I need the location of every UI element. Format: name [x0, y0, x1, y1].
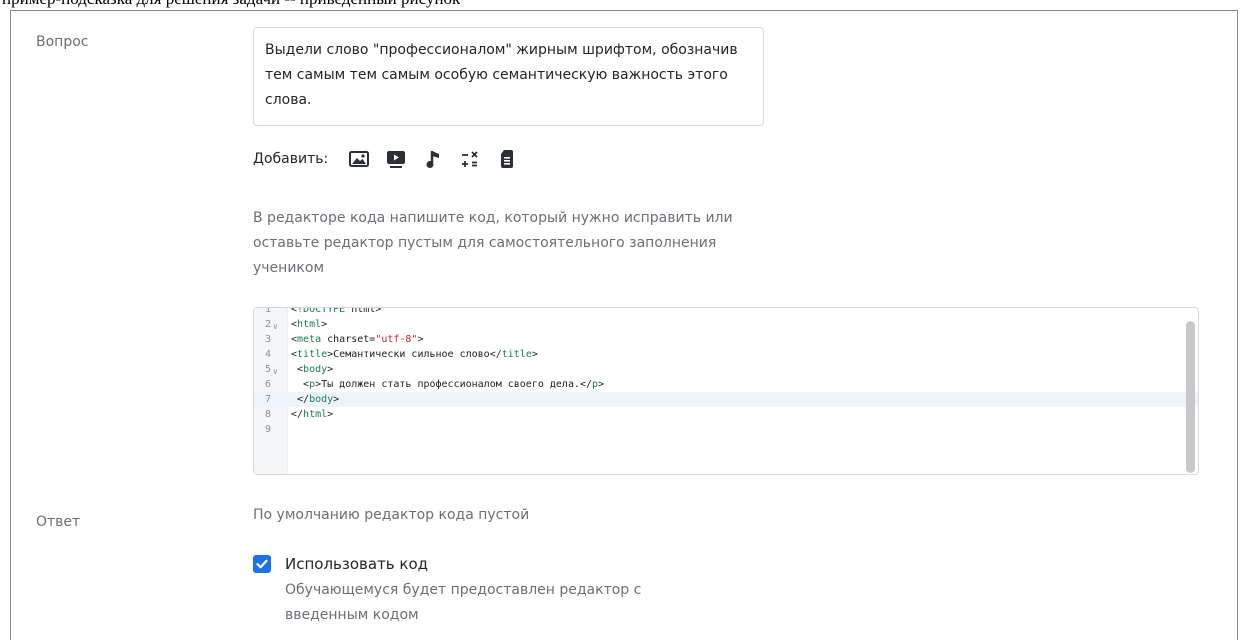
- code-text: <!DOCTYPE html>: [291, 307, 382, 315]
- code-text: <meta charset="utf-8">: [291, 334, 424, 345]
- add-label: Добавить:: [253, 151, 329, 167]
- code-editor-hint: В редакторе кода напишите код, который н…: [253, 210, 733, 276]
- video-icon[interactable]: [385, 148, 407, 170]
- line-number: 8: [264, 409, 271, 420]
- line-number: 2: [264, 319, 271, 330]
- code-text: <title>Семантически сильное слово</title…: [291, 349, 538, 360]
- code-text: </body>: [291, 394, 340, 405]
- use-code-description: Обучающемуся будет предоставлен редактор…: [285, 582, 642, 623]
- code-line[interactable]: 5 ∨ <body>: [254, 362, 1198, 377]
- editor-scrollbar[interactable]: [1186, 321, 1195, 473]
- top-caption: пример-подсказка для решения задачи -- п…: [2, 0, 460, 9]
- code-text: <body>: [291, 364, 334, 375]
- file-icon[interactable]: [496, 148, 518, 170]
- code-line[interactable]: 8 </html>: [254, 407, 1198, 422]
- line-number: 4: [264, 349, 271, 360]
- question-text-field[interactable]: Выдели слово "профессионалом" жирным шри…: [253, 27, 764, 126]
- code-text: </html>: [291, 409, 334, 420]
- line-number: 6: [264, 379, 271, 390]
- line-number: 5: [264, 364, 271, 375]
- code-line[interactable]: 4 <title>Семантически сильное слово</titl…: [254, 347, 1198, 362]
- image-icon[interactable]: [348, 148, 370, 170]
- line-number: 3: [264, 334, 271, 345]
- checkmark-icon: [256, 559, 268, 569]
- question-label: Вопрос: [36, 34, 89, 50]
- code-line[interactable]: 1 <!DOCTYPE html>: [254, 307, 1198, 317]
- use-code-label[interactable]: Использовать код: [285, 555, 428, 573]
- code-line[interactable]: 7 </body>: [254, 392, 1198, 407]
- answer-note: По умолчанию редактор кода пустой: [253, 507, 530, 523]
- use-code-checkbox[interactable]: [253, 555, 271, 573]
- answer-label: Ответ: [36, 514, 81, 530]
- code-line[interactable]: 6 <p>Ты должен стать профессионалом свое…: [254, 377, 1198, 392]
- code-line[interactable]: 9: [254, 422, 1198, 437]
- line-number: 1: [264, 307, 271, 315]
- music-note-icon[interactable]: [422, 148, 444, 170]
- add-media-toolbar: Добавить:: [253, 148, 533, 170]
- math-formula-icon[interactable]: [459, 148, 481, 170]
- line-number: 7: [264, 394, 271, 405]
- code-text: <p>Ты должен стать профессионалом своего…: [291, 379, 605, 390]
- line-number: 9: [264, 424, 271, 435]
- code-editor[interactable]: 1 <!DOCTYPE html> 2 ∨ <html> 3 <meta charset="…: [253, 307, 1199, 475]
- code-text: <html>: [291, 319, 328, 330]
- code-line[interactable]: 3 <meta charset="utf-8">: [254, 332, 1198, 347]
- code-line[interactable]: 2 ∨ <html>: [254, 317, 1198, 332]
